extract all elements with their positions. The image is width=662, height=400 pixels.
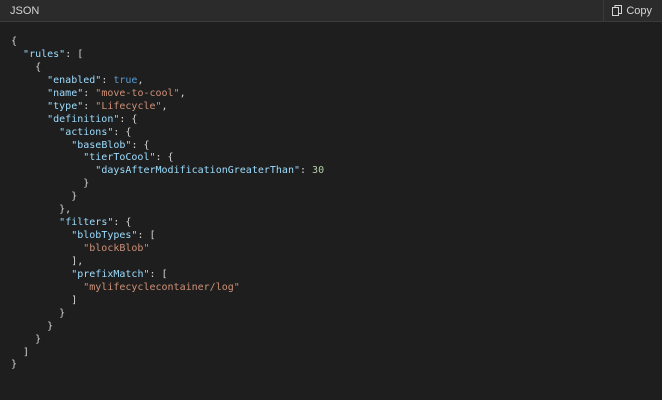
json-punctuation: : [	[149, 268, 168, 280]
json-punctuation: }	[11, 178, 90, 190]
json-punctuation	[11, 140, 71, 151]
json-punctuation: }	[11, 333, 42, 345]
json-key: "baseBlob"	[71, 139, 132, 151]
code-line: "blockBlob"	[11, 243, 662, 256]
code-line: {	[11, 36, 662, 49]
json-key: "prefixMatch"	[71, 268, 150, 280]
json-key: "tierToCool"	[83, 152, 156, 164]
code-line: "name": "move-to-cool",	[11, 88, 662, 101]
json-key: "enabled"	[47, 74, 102, 86]
json-punctuation: :	[83, 87, 96, 99]
json-punctuation: : [	[65, 48, 84, 60]
json-punctuation	[11, 165, 95, 176]
code-line: "enabled": true,	[11, 75, 662, 88]
json-punctuation	[11, 217, 59, 228]
json-punctuation: : {	[113, 126, 132, 138]
code-line: }	[11, 308, 662, 321]
copy-button[interactable]: Copy	[603, 0, 652, 22]
json-punctuation: }	[11, 359, 18, 371]
json-punctuation: : {	[155, 152, 174, 164]
json-punctuation	[11, 230, 71, 241]
json-key: "filters"	[59, 217, 114, 229]
json-punctuation: : [	[137, 230, 156, 242]
json-punctuation: ]	[11, 346, 30, 358]
json-number: 30	[312, 165, 325, 177]
json-punctuation	[11, 101, 47, 112]
copy-label: Copy	[626, 4, 652, 17]
code-line: "baseBlob": {	[11, 140, 662, 153]
json-string: "mylifecyclecontainer/log"	[83, 281, 240, 293]
code-line: "tierToCool": {	[11, 152, 662, 165]
json-key: "definition"	[47, 113, 120, 125]
code-line: "mylifecyclecontainer/log"	[11, 282, 662, 295]
json-punctuation: }	[11, 191, 78, 203]
json-punctuation	[11, 269, 71, 280]
json-key: "name"	[47, 87, 84, 99]
json-punctuation: {	[11, 36, 18, 47]
code-line: "prefixMatch": [	[11, 269, 662, 282]
code-line: }	[11, 321, 662, 334]
json-punctuation: : {	[119, 113, 138, 125]
code-line: }	[11, 178, 662, 191]
code-line: {	[11, 62, 662, 75]
json-key: "blobTypes"	[71, 230, 138, 242]
code-line: ]	[11, 295, 662, 308]
copy-icon	[612, 5, 623, 16]
json-boolean: true	[113, 74, 138, 86]
code-block-header: JSON Copy	[0, 0, 662, 22]
json-string: "move-to-cool"	[95, 87, 180, 99]
json-punctuation	[11, 282, 83, 293]
json-key: "daysAfterModificationGreaterThan"	[95, 165, 300, 177]
language-label: JSON	[10, 4, 40, 17]
code-line: },	[11, 204, 662, 217]
json-punctuation: {	[11, 61, 42, 73]
json-punctuation: :	[300, 165, 313, 177]
json-punctuation: ]	[11, 294, 78, 306]
code-line: "blobTypes": [	[11, 230, 662, 243]
code-content[interactable]: { "rules": [ { "enabled": true, "name": …	[0, 22, 662, 400]
code-line: "filters": {	[11, 217, 662, 230]
code-line: }	[11, 191, 662, 204]
json-punctuation: ,	[137, 74, 144, 86]
json-key: "rules"	[23, 48, 66, 60]
json-punctuation: }	[11, 320, 54, 332]
json-punctuation: :	[83, 100, 96, 112]
code-line: "actions": {	[11, 127, 662, 140]
json-punctuation: ],	[11, 255, 84, 267]
json-punctuation	[11, 75, 47, 86]
code-line: ],	[11, 256, 662, 269]
json-punctuation: ,	[161, 100, 168, 112]
code-line: ]	[11, 347, 662, 360]
json-punctuation: : {	[131, 139, 150, 151]
json-punctuation	[11, 49, 23, 60]
json-punctuation	[11, 243, 83, 254]
json-string: "blockBlob"	[83, 243, 150, 254]
json-punctuation: :	[101, 74, 114, 86]
json-key: "type"	[47, 100, 84, 112]
code-line: }	[11, 359, 662, 372]
code-block: JSON Copy { "rules": [ { "enabled": true…	[0, 0, 662, 400]
code-line: "type": "Lifecycle",	[11, 101, 662, 114]
json-punctuation	[11, 88, 47, 99]
json-punctuation	[11, 152, 83, 163]
json-punctuation: }	[11, 307, 66, 319]
code-line: "daysAfterModificationGreaterThan": 30	[11, 165, 662, 178]
json-punctuation: ,	[179, 87, 186, 99]
code-line: "definition": {	[11, 114, 662, 127]
code-line: }	[11, 334, 662, 347]
json-key: "actions"	[59, 126, 114, 138]
json-string: "Lifecycle"	[95, 100, 162, 112]
code-line: "rules": [	[11, 49, 662, 62]
json-punctuation	[11, 127, 59, 138]
json-punctuation: },	[11, 204, 72, 216]
json-punctuation	[11, 114, 47, 125]
json-punctuation: : {	[113, 217, 132, 229]
